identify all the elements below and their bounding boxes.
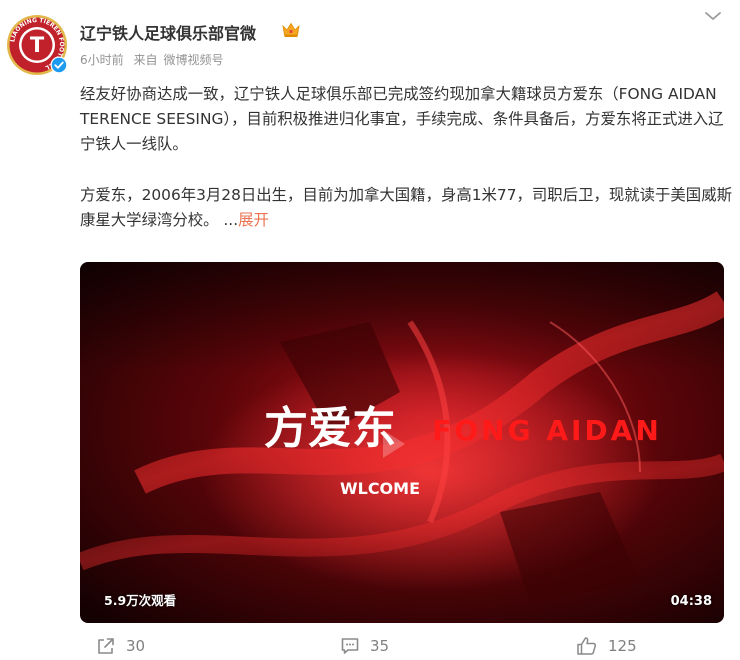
expand-link[interactable]: 展开 bbox=[238, 211, 269, 229]
verified-icon bbox=[50, 56, 68, 74]
action-bar: 30 35 125 bbox=[0, 630, 740, 660]
post-source[interactable]: 微博视频号 bbox=[163, 53, 223, 67]
like-icon bbox=[577, 637, 597, 655]
author-name[interactable]: 辽宁铁人足球俱乐部官微 bbox=[80, 20, 256, 44]
share-button[interactable]: 30 bbox=[96, 634, 145, 658]
post-time[interactable]: 6小时前 bbox=[80, 53, 124, 67]
like-button[interactable]: 125 bbox=[576, 634, 637, 658]
video-player[interactable]: 方爱东 FONG AIDAN WLCOME 5.9万次观看 04:38 bbox=[80, 262, 724, 623]
video-duration: 04:38 bbox=[670, 594, 712, 609]
avatar-letter: T bbox=[30, 33, 45, 57]
comment-button[interactable]: 35 bbox=[340, 634, 389, 658]
video-thumbnail: 方爱东 FONG AIDAN WLCOME bbox=[80, 262, 724, 623]
video-title-en: FONG AIDAN bbox=[432, 414, 662, 447]
comment-count: 35 bbox=[370, 637, 390, 655]
post-meta: 6小时前 来自 微博视频号 bbox=[80, 51, 230, 68]
more-button[interactable] bbox=[700, 6, 726, 26]
video-subtitle: WLCOME bbox=[340, 479, 420, 498]
post-paragraph: 经友好协商达成一致，辽宁铁人足球俱乐部已完成签约现加拿大籍球员方爱东（FONG … bbox=[80, 85, 724, 153]
more-icon bbox=[705, 12, 721, 20]
crown-icon bbox=[282, 22, 300, 38]
post-paragraph: 方爱东，2006年3月28日出生，目前为加拿大国籍，身高1米77，司职后卫，现就… bbox=[80, 186, 732, 229]
share-count: 30 bbox=[126, 637, 146, 655]
like-count: 125 bbox=[608, 637, 637, 655]
comment-icon bbox=[341, 638, 359, 654]
video-title-cn: 方爱东 bbox=[264, 403, 396, 454]
post-content: 经友好协商达成一致，辽宁铁人足球俱乐部已完成签约现加拿大籍球员方爱东（FONG … bbox=[80, 82, 732, 233]
view-count: 5.9万次观看 bbox=[104, 593, 177, 608]
source-prefix: 来自 bbox=[133, 53, 158, 67]
share-icon bbox=[98, 638, 114, 654]
